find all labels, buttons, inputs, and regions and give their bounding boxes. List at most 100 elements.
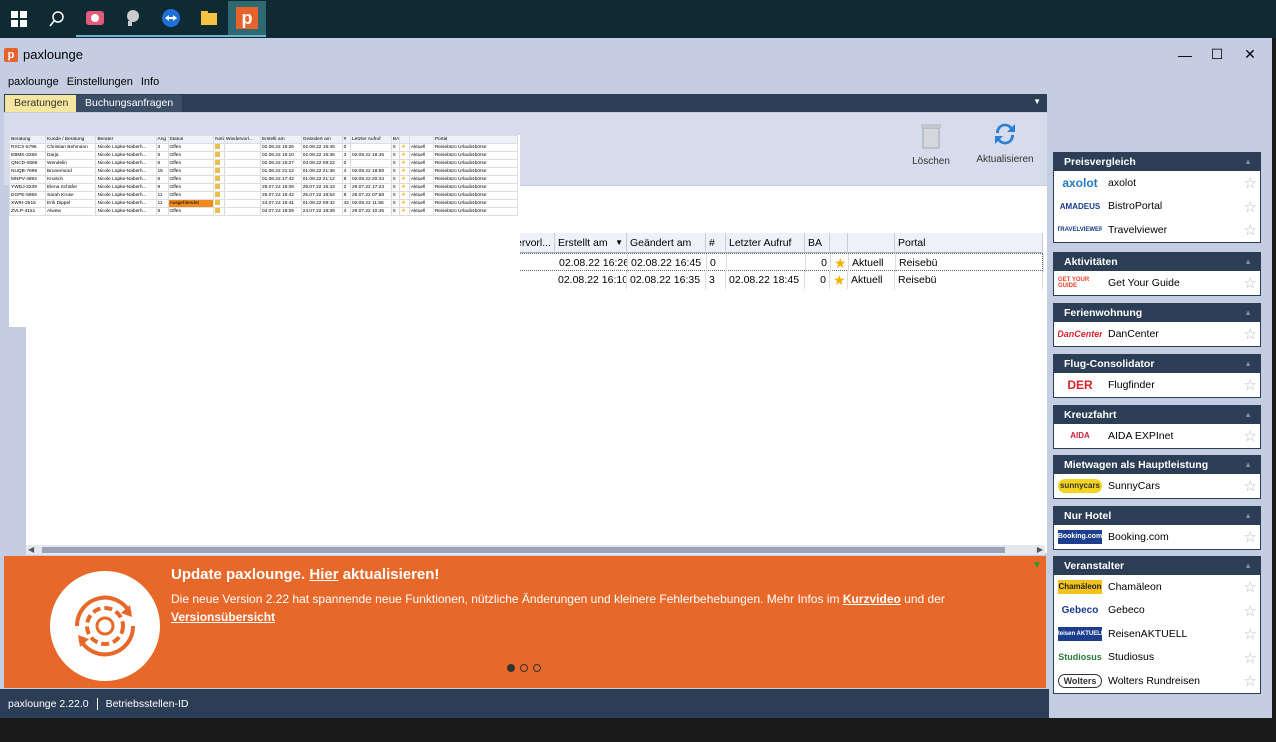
taskbar-app-media-icon[interactable] <box>76 1 114 37</box>
sidebar-section-header[interactable]: Aktivitäten ▲ <box>1054 253 1260 271</box>
collapse-icon[interactable]: ▲ <box>1244 355 1252 373</box>
sidebar-section-header[interactable]: Ferienwohnung ▲ <box>1054 304 1260 322</box>
col-letzter-aufruf[interactable]: Letzter Aufruf <box>726 233 805 253</box>
cell-status: Aktuell <box>848 271 895 289</box>
col-count[interactable]: # <box>706 233 726 253</box>
carousel-dot-active[interactable] <box>507 664 515 672</box>
provider-name: axolot <box>1108 176 1137 189</box>
sidebar-section-header[interactable]: Mietwagen als Hauptleistung ▲ <box>1054 456 1260 474</box>
col-status[interactable] <box>848 233 895 253</box>
sidebar-section-header[interactable]: Flug-Consolidator ▲ <box>1054 355 1260 373</box>
sidebar-item[interactable]: Reisen AKTUELL ReisenAKTUELL ☆ <box>1054 622 1260 646</box>
favorite-star-icon[interactable]: ☆ <box>1244 174 1257 192</box>
sidebar-item[interactable]: DER Flugfinder ☆ <box>1054 373 1260 397</box>
tab-beratungen[interactable]: Beratungen <box>5 95 78 112</box>
sidebar-section-header[interactable]: Nur Hotel ▲ <box>1054 507 1260 525</box>
taskbar-app-snipping-icon[interactable] <box>114 1 152 37</box>
scroll-right-icon[interactable]: ▶ <box>1037 545 1043 554</box>
thumb-cell: 02.08.22 15:27 <box>259 158 302 168</box>
taskbar-app-paxlounge-icon[interactable]: p <box>228 1 266 37</box>
kurzvideo-link[interactable]: Kurzvideo <box>843 592 901 606</box>
favorite-star-icon[interactable]: ☆ <box>1244 221 1257 239</box>
versionsuebersicht-link[interactable]: Versionsübersicht <box>171 610 275 624</box>
favorite-star-icon[interactable]: ☆ <box>1244 376 1257 394</box>
menu-einstellungen[interactable]: Einstellungen <box>67 76 133 88</box>
collapse-icon[interactable]: ▲ <box>1244 153 1252 171</box>
minimize-icon[interactable]: — <box>1168 38 1202 71</box>
sidebar-section-title: Mietwagen als Hauptleistung <box>1064 459 1209 471</box>
favorite-star-icon[interactable]: ☆ <box>1244 578 1257 596</box>
favorite-star-icon[interactable]: ★ <box>830 271 848 289</box>
sidebar-item[interactable]: Booking.com Booking.com ☆ <box>1054 525 1260 549</box>
windows-start-icon[interactable] <box>0 0 38 38</box>
favorite-star-icon[interactable]: ☆ <box>1244 649 1257 667</box>
thumb-cell: 01.08.22 21:12 <box>259 166 302 176</box>
taskbar-app-teamviewer-icon[interactable] <box>152 1 190 37</box>
update-link[interactable]: Hier <box>309 566 338 583</box>
sidebar-item[interactable]: AIDA AIDA EXPInet ☆ <box>1054 424 1260 448</box>
refresh-button[interactable]: Aktualisieren <box>974 119 1036 165</box>
close-icon[interactable]: ✕ <box>1233 38 1267 71</box>
collapse-icon[interactable]: ▲ <box>1244 406 1252 424</box>
sidebar-section: Mietwagen als Hauptleistung ▲ sunnycars Sun… <box>1053 455 1261 499</box>
maximize-icon[interactable]: ☐ <box>1200 38 1234 71</box>
collapse-icon[interactable]: ▲ <box>1244 304 1252 322</box>
favorite-star-icon[interactable]: ☆ <box>1244 625 1257 643</box>
favorite-star-icon[interactable]: ☆ <box>1244 274 1257 292</box>
favorite-star-icon[interactable]: ☆ <box>1244 325 1257 343</box>
collapse-icon[interactable]: ▲ <box>1244 557 1252 575</box>
status-bar: paxlounge 2.22.0 Betriebsstellen-ID <box>0 689 1049 718</box>
horizontal-scrollbar[interactable]: ◀ ▶ <box>26 545 1045 555</box>
favorite-star-icon[interactable]: ☆ <box>1244 528 1257 546</box>
provider-name: SunnyCars <box>1108 479 1160 492</box>
favorite-star-icon[interactable]: ☆ <box>1244 477 1257 495</box>
thumb-cell: 02.08.22 18:45 <box>350 150 392 160</box>
sidebar-item[interactable]: Gebeco Gebeco ☆ <box>1054 599 1260 623</box>
col-portal[interactable]: Portal <box>895 233 1043 253</box>
delete-button[interactable]: Löschen <box>904 121 958 167</box>
thumb-cell: Nicole Lüpke-Naberh... <box>95 206 157 216</box>
sidebar-item[interactable]: TRAVELVIEWER Travelviewer ☆ <box>1054 218 1260 242</box>
carousel-dot[interactable] <box>533 664 541 672</box>
provider-name: Get Your Guide <box>1108 276 1180 289</box>
favorite-star-icon[interactable]: ☆ <box>1244 672 1257 690</box>
scroll-left-icon[interactable]: ◀ <box>28 545 34 554</box>
sidebar-section-header[interactable]: Kreuzfahrt ▲ <box>1054 406 1260 424</box>
col-ba[interactable]: BA <box>805 233 830 253</box>
col-star[interactable] <box>830 233 848 253</box>
table-row[interactable]: 02.08.22 16:10 02.08.22 16:35 3 02.08.22… <box>513 271 1043 289</box>
sidebar-item[interactable]: Studiosus Studiosus ☆ <box>1054 646 1260 670</box>
sidebar-item[interactable]: GET YOUR GUIDE Get Your Guide ☆ <box>1054 271 1260 295</box>
collapse-icon[interactable]: ▲ <box>1244 507 1252 525</box>
update-title-text-end: aktualisieren! <box>338 566 440 583</box>
sidebar-item[interactable]: DanCenter DanCenter ☆ <box>1054 322 1260 346</box>
search-icon[interactable] <box>38 0 76 38</box>
favorite-star-icon[interactable]: ☆ <box>1244 602 1257 620</box>
favorite-star-icon[interactable]: ★ <box>831 254 849 272</box>
collapse-icon[interactable]: ▲ <box>1244 456 1252 474</box>
sidebar-item[interactable]: sunnycars SunnyCars ☆ <box>1054 474 1260 498</box>
carousel-dot[interactable] <box>520 664 528 672</box>
sidebar-item[interactable]: AMADEUS BistroPortal ☆ <box>1054 195 1260 219</box>
menu-info[interactable]: Info <box>141 76 159 88</box>
tab-dropdown-icon[interactable]: ▼ <box>1033 97 1041 106</box>
sidebar-section-header[interactable]: Preisvergleich ▲ <box>1054 153 1260 171</box>
sidebar-section-header[interactable]: Veranstalter ▲ <box>1054 557 1260 575</box>
favorite-star-icon[interactable]: ☆ <box>1244 427 1257 445</box>
taskbar-app-explorer-icon[interactable] <box>190 1 228 37</box>
sidebar-item[interactable]: axolot axolot ☆ <box>1054 171 1260 195</box>
col-erstellt[interactable]: Erstellt am ▼ <box>555 233 627 253</box>
sidebar-item[interactable]: Wolters Wolters Rundreisen ☆ <box>1054 669 1260 693</box>
col-geaendert[interactable]: Geändert am <box>627 233 706 253</box>
sidebar-item[interactable]: Chamäleon Chamäleon ☆ <box>1054 575 1260 599</box>
collapse-icon[interactable]: ▲ <box>1244 253 1252 271</box>
thumb-star-icon: ★ <box>399 206 410 216</box>
table-row[interactable]: 02.08.22 16:26 02.08.22 16:45 0 0 ★ Aktu… <box>513 253 1044 272</box>
favorite-star-icon[interactable]: ☆ <box>1244 198 1257 216</box>
sidebar-section: Kreuzfahrt ▲ AIDA AIDA EXPInet ☆ <box>1053 405 1261 449</box>
tab-buchungsanfragen[interactable]: Buchungsanfragen <box>76 95 183 112</box>
thumb-star-icon: ★ <box>399 166 410 176</box>
scrollbar-thumb[interactable] <box>42 547 1005 553</box>
menu-paxlounge[interactable]: paxlounge <box>8 76 59 88</box>
collapse-arrow-icon[interactable]: ▼ <box>1032 560 1042 571</box>
